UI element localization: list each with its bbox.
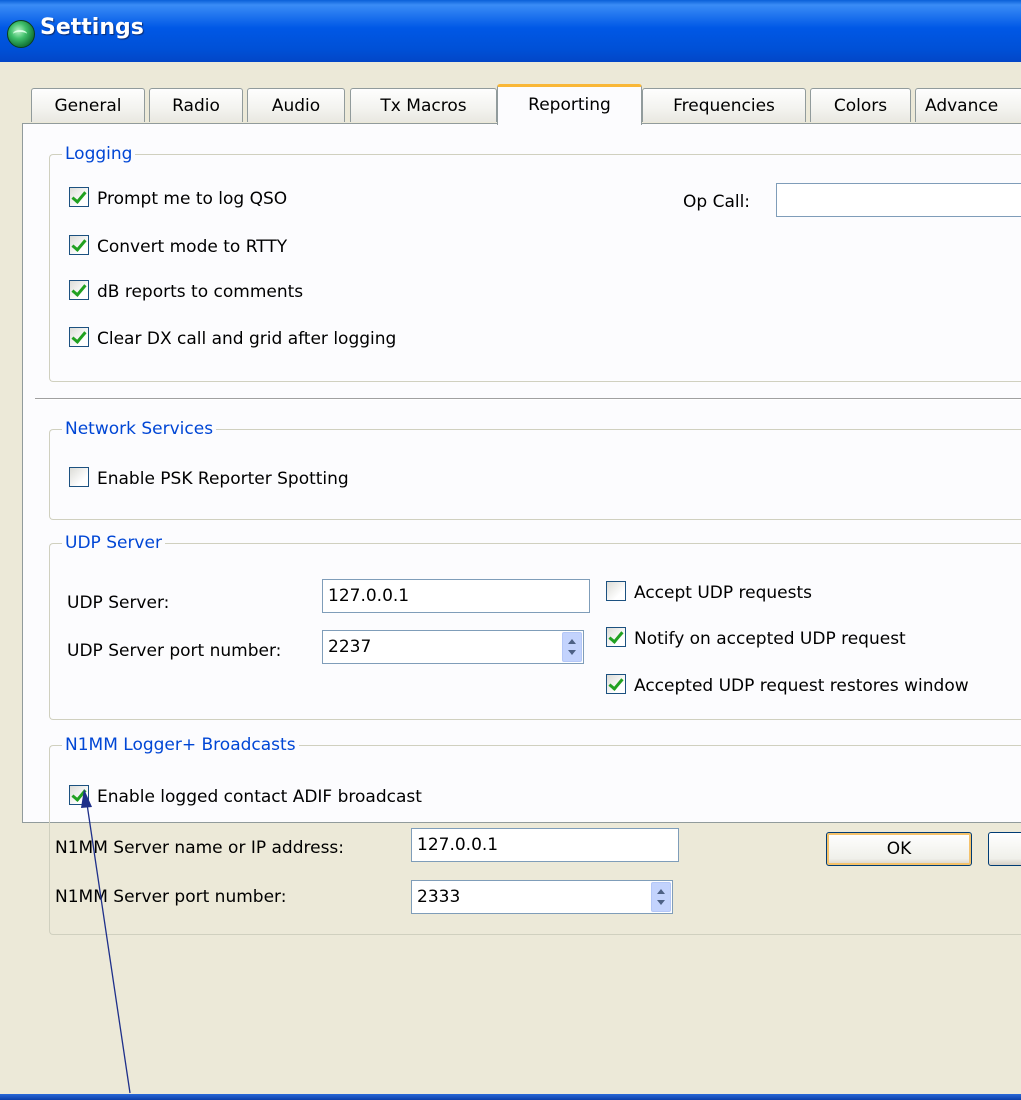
op-call-input[interactable] xyxy=(776,183,1021,217)
cancel-button[interactable] xyxy=(988,832,1021,866)
checkbox-label: Convert mode to RTTY xyxy=(97,237,288,257)
udp-port-value: 2237 xyxy=(328,637,372,657)
udp-port-label: UDP Server port number: xyxy=(67,641,282,661)
network-services-group: Network Services Enable PSK Reporter Spo… xyxy=(49,418,1021,520)
db-reports-checkbox[interactable]: dB reports to comments xyxy=(69,279,303,305)
checkbox-label: Accepted UDP request restores window xyxy=(634,676,969,696)
prompt-log-checkbox[interactable]: Prompt me to log QSO xyxy=(69,186,287,212)
udp-port-spinbox[interactable]: 2237 xyxy=(322,630,584,664)
checkbox-label: Prompt me to log QSO xyxy=(97,189,288,209)
psk-reporter-checkbox[interactable]: Enable PSK Reporter Spotting xyxy=(69,466,349,492)
checkbox-unchecked[interactable] xyxy=(69,467,89,487)
tab-advanced[interactable]: Advance xyxy=(915,88,1021,122)
spinner-arrows-icon[interactable] xyxy=(562,632,582,662)
window-title: Settings xyxy=(40,15,144,40)
ok-button[interactable]: OK xyxy=(826,832,972,866)
title-bar[interactable]: Settings xyxy=(0,0,1021,62)
checkbox-checked[interactable] xyxy=(69,235,89,255)
logging-group: Logging Prompt me to log QSO Convert mod… xyxy=(49,143,1021,382)
enable-adif-checkbox[interactable]: Enable logged contact ADIF broadcast xyxy=(69,784,422,810)
checkbox-unchecked[interactable] xyxy=(606,581,626,601)
udp-server-input[interactable]: 127.0.0.1 xyxy=(322,579,590,613)
checkbox-label: Accept UDP requests xyxy=(634,583,813,603)
udp-server-group: UDP Server UDP Server: 127.0.0.1 UDP Ser… xyxy=(49,532,1021,720)
tab-tx-macros[interactable]: Tx Macros xyxy=(350,88,497,122)
app-icon xyxy=(7,20,35,48)
tab-colors[interactable]: Colors xyxy=(810,88,911,122)
checkbox-checked[interactable] xyxy=(69,187,89,207)
n1mm-port-value: 2333 xyxy=(417,887,461,907)
udp-server-legend: UDP Server xyxy=(62,532,165,554)
clear-dx-checkbox[interactable]: Clear DX call and grid after logging xyxy=(69,326,396,352)
reporting-panel: Logging Prompt me to log QSO Convert mod… xyxy=(22,123,1021,935)
window-bottom-border xyxy=(0,1094,1021,1100)
spinner-arrows-icon[interactable] xyxy=(651,882,671,912)
n1mm-server-label: N1MM Server name or IP address: xyxy=(55,838,345,858)
n1mm-port-label: N1MM Server port number: xyxy=(55,887,287,907)
n1mm-server-input[interactable]: 127.0.0.1 xyxy=(411,828,679,862)
op-call-label: Op Call: xyxy=(683,192,751,212)
checkbox-checked[interactable] xyxy=(69,327,89,347)
tab-general[interactable]: General xyxy=(31,88,145,122)
n1mm-legend: N1MM Logger+ Broadcasts xyxy=(62,734,299,756)
udp-server-label: UDP Server: xyxy=(67,593,170,613)
section-divider xyxy=(35,398,1021,400)
convert-mode-checkbox[interactable]: Convert mode to RTTY xyxy=(69,234,287,260)
accept-udp-checkbox[interactable]: Accept UDP requests xyxy=(606,580,812,606)
checkbox-label: Notify on accepted UDP request xyxy=(634,629,906,649)
checkbox-checked[interactable] xyxy=(606,674,626,694)
checkbox-checked[interactable] xyxy=(69,785,89,805)
checkbox-label: dB reports to comments xyxy=(97,282,304,302)
n1mm-port-spinbox[interactable]: 2333 xyxy=(411,880,673,914)
checkbox-label: Enable logged contact ADIF broadcast xyxy=(97,787,422,807)
tab-reporting[interactable]: Reporting xyxy=(497,84,642,125)
checkbox-checked[interactable] xyxy=(69,280,89,300)
notify-udp-checkbox[interactable]: Notify on accepted UDP request xyxy=(606,626,906,652)
network-services-legend: Network Services xyxy=(62,418,217,440)
checkbox-label: Enable PSK Reporter Spotting xyxy=(97,469,349,489)
tab-radio[interactable]: Radio xyxy=(149,88,243,122)
settings-dialog: General Radio Audio Tx Macros Reporting … xyxy=(0,62,1021,1094)
tab-frequencies[interactable]: Frequencies xyxy=(642,88,806,122)
restore-window-checkbox[interactable]: Accepted UDP request restores window xyxy=(606,673,969,699)
checkbox-label: Clear DX call and grid after logging xyxy=(97,329,397,349)
tab-audio[interactable]: Audio xyxy=(247,88,345,122)
logging-legend: Logging xyxy=(62,143,136,165)
checkbox-checked[interactable] xyxy=(606,627,626,647)
